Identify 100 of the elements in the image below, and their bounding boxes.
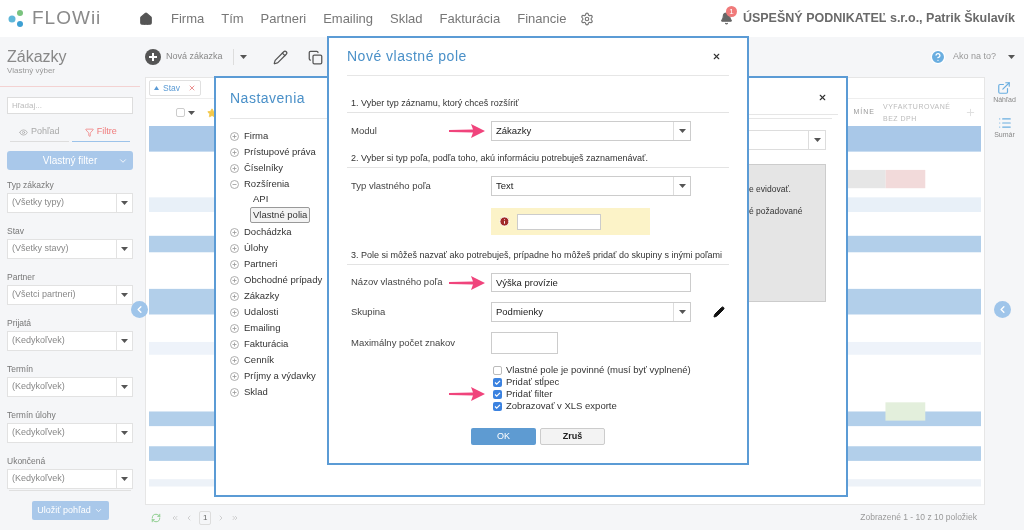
checkbox[interactable] xyxy=(493,377,502,387)
expand-icon[interactable] xyxy=(230,259,239,269)
expand-icon[interactable] xyxy=(230,131,239,141)
field-label: Typ vlastného poľa xyxy=(351,178,431,193)
bell-icon[interactable] xyxy=(719,12,733,25)
caret-icon xyxy=(121,339,128,343)
star-icon xyxy=(207,107,217,118)
filter-select[interactable]: (Všetky stavy) xyxy=(7,239,133,259)
dropdown-field[interactable]: Podmienky xyxy=(491,302,691,322)
dialog-title: Nastavenia xyxy=(230,88,306,108)
expand-icon[interactable] xyxy=(230,147,239,157)
expand-icon[interactable] xyxy=(230,323,239,333)
settings-icon[interactable] xyxy=(580,11,595,26)
caret-icon xyxy=(121,247,128,251)
help-icon[interactable] xyxy=(929,49,946,65)
copy-icon[interactable] xyxy=(307,49,323,65)
last-page-icon[interactable] xyxy=(231,513,240,522)
expand-icon[interactable] xyxy=(230,163,239,173)
chevron-down-icon xyxy=(93,506,103,515)
option-field[interactable] xyxy=(517,213,601,230)
notification-badge: 1 xyxy=(725,6,737,17)
name-field[interactable]: Výška provízie xyxy=(491,273,691,292)
close-icon[interactable] xyxy=(712,52,721,61)
select-all-checkbox[interactable] xyxy=(176,108,185,117)
checkbox[interactable] xyxy=(493,389,502,399)
tree-item[interactable]: Obchodné prípady xyxy=(244,272,323,288)
max-length-field[interactable] xyxy=(491,332,558,354)
nav-link[interactable]: Tím xyxy=(221,8,244,29)
logo-icon xyxy=(8,8,26,29)
filter-select[interactable]: (Kedykoľvek) xyxy=(7,423,133,443)
filter-label: Termín úlohy xyxy=(7,410,57,420)
add-column-icon[interactable] xyxy=(965,107,976,118)
caret-icon xyxy=(121,201,128,205)
field-label: Názov vlastného poľa xyxy=(351,275,443,290)
refresh-icon[interactable] xyxy=(151,512,161,523)
tree-item[interactable]: Vlastné polia xyxy=(250,206,311,224)
filter-select[interactable]: (Kedykoľvek) xyxy=(7,331,133,351)
caret-icon xyxy=(121,385,128,389)
filter-select[interactable]: (Kedykoľvek) xyxy=(7,377,133,397)
tree-item[interactable]: Príjmy a výdavky xyxy=(244,368,316,384)
tree-item[interactable]: Sklad xyxy=(244,384,268,400)
expand-icon[interactable] xyxy=(230,387,239,397)
list-icon xyxy=(997,115,1012,130)
checkbox[interactable] xyxy=(493,365,502,375)
caret-icon xyxy=(121,431,128,435)
filter-select[interactable]: (Všetci partneri) xyxy=(7,285,133,305)
tree-item[interactable]: Úlohy xyxy=(244,240,269,256)
home-icon[interactable] xyxy=(139,11,153,26)
caret-icon xyxy=(121,477,128,481)
add-icon[interactable] xyxy=(145,49,161,65)
tree-item[interactable]: Fakturácia xyxy=(244,336,289,352)
nav-link[interactable]: Financie xyxy=(517,8,567,29)
page-subtitle: Vlastný výber xyxy=(7,65,57,77)
expand-icon[interactable] xyxy=(230,243,239,253)
tree-item[interactable]: Emailing xyxy=(244,320,281,336)
tree-item[interactable]: API xyxy=(250,190,272,208)
tree-item[interactable]: Udalosti xyxy=(244,304,279,320)
tree-item[interactable]: Rozšírenia xyxy=(244,176,290,192)
nav-link[interactable]: Sklad xyxy=(390,8,423,29)
edit-icon[interactable] xyxy=(713,306,725,318)
expand-icon[interactable] xyxy=(230,227,239,237)
tree-item[interactable]: Firma xyxy=(244,128,269,144)
dropdown-field[interactable]: Text xyxy=(491,176,691,196)
nav-link[interactable]: Partneri xyxy=(260,8,307,29)
nav-link[interactable]: Firma xyxy=(171,8,205,29)
collapse-icon[interactable] xyxy=(230,179,239,189)
external-link-icon xyxy=(997,81,1012,95)
tree-item[interactable]: Dochádzka xyxy=(244,224,292,240)
filter-icon xyxy=(84,127,94,137)
nav-link[interactable]: Emailing xyxy=(323,8,373,29)
filter-select[interactable]: (Všetky typy) xyxy=(7,193,133,213)
close-icon[interactable] xyxy=(818,93,827,102)
page-number[interactable]: 1 xyxy=(199,510,212,525)
nav-link[interactable]: Fakturácia xyxy=(439,8,501,29)
previous-page-icon[interactable] xyxy=(185,513,193,522)
expand-icon[interactable] xyxy=(230,291,239,301)
checkbox[interactable] xyxy=(493,401,502,411)
tree-item[interactable]: Číselníky xyxy=(244,160,284,176)
tree-item[interactable]: Prístupové práva xyxy=(244,144,316,160)
edit-icon[interactable] xyxy=(272,49,288,65)
dropdown-field[interactable]: Zákazky xyxy=(491,121,691,141)
first-page-icon[interactable] xyxy=(171,513,179,522)
filter-select[interactable]: (Kedykoľvek) xyxy=(7,469,133,489)
sort-icon xyxy=(154,86,159,90)
account-name[interactable]: ÚSPEŠNÝ PODNIKATEĽ s.r.o., Patrik Škulavík xyxy=(742,9,1015,28)
expand-icon[interactable] xyxy=(230,275,239,285)
tree-item[interactable]: Zákazky xyxy=(244,288,280,304)
tree-item[interactable]: Partneri xyxy=(244,256,278,272)
remove-icon[interactable] xyxy=(188,84,196,92)
expand-icon[interactable] xyxy=(230,371,239,381)
filter-label: Ukončená xyxy=(7,456,47,466)
caret-icon xyxy=(1008,55,1015,59)
search-field[interactable]: Hľadaj... xyxy=(7,97,133,114)
expand-icon[interactable] xyxy=(230,307,239,317)
expand-icon[interactable] xyxy=(230,355,239,365)
tree-item[interactable]: Cenník xyxy=(244,352,275,368)
expand-icon[interactable] xyxy=(230,339,239,349)
cancel-button[interactable]: Zruš xyxy=(540,428,605,445)
caret-icon xyxy=(121,293,128,297)
new-order-button[interactable]: Nová zákazka xyxy=(166,50,223,64)
